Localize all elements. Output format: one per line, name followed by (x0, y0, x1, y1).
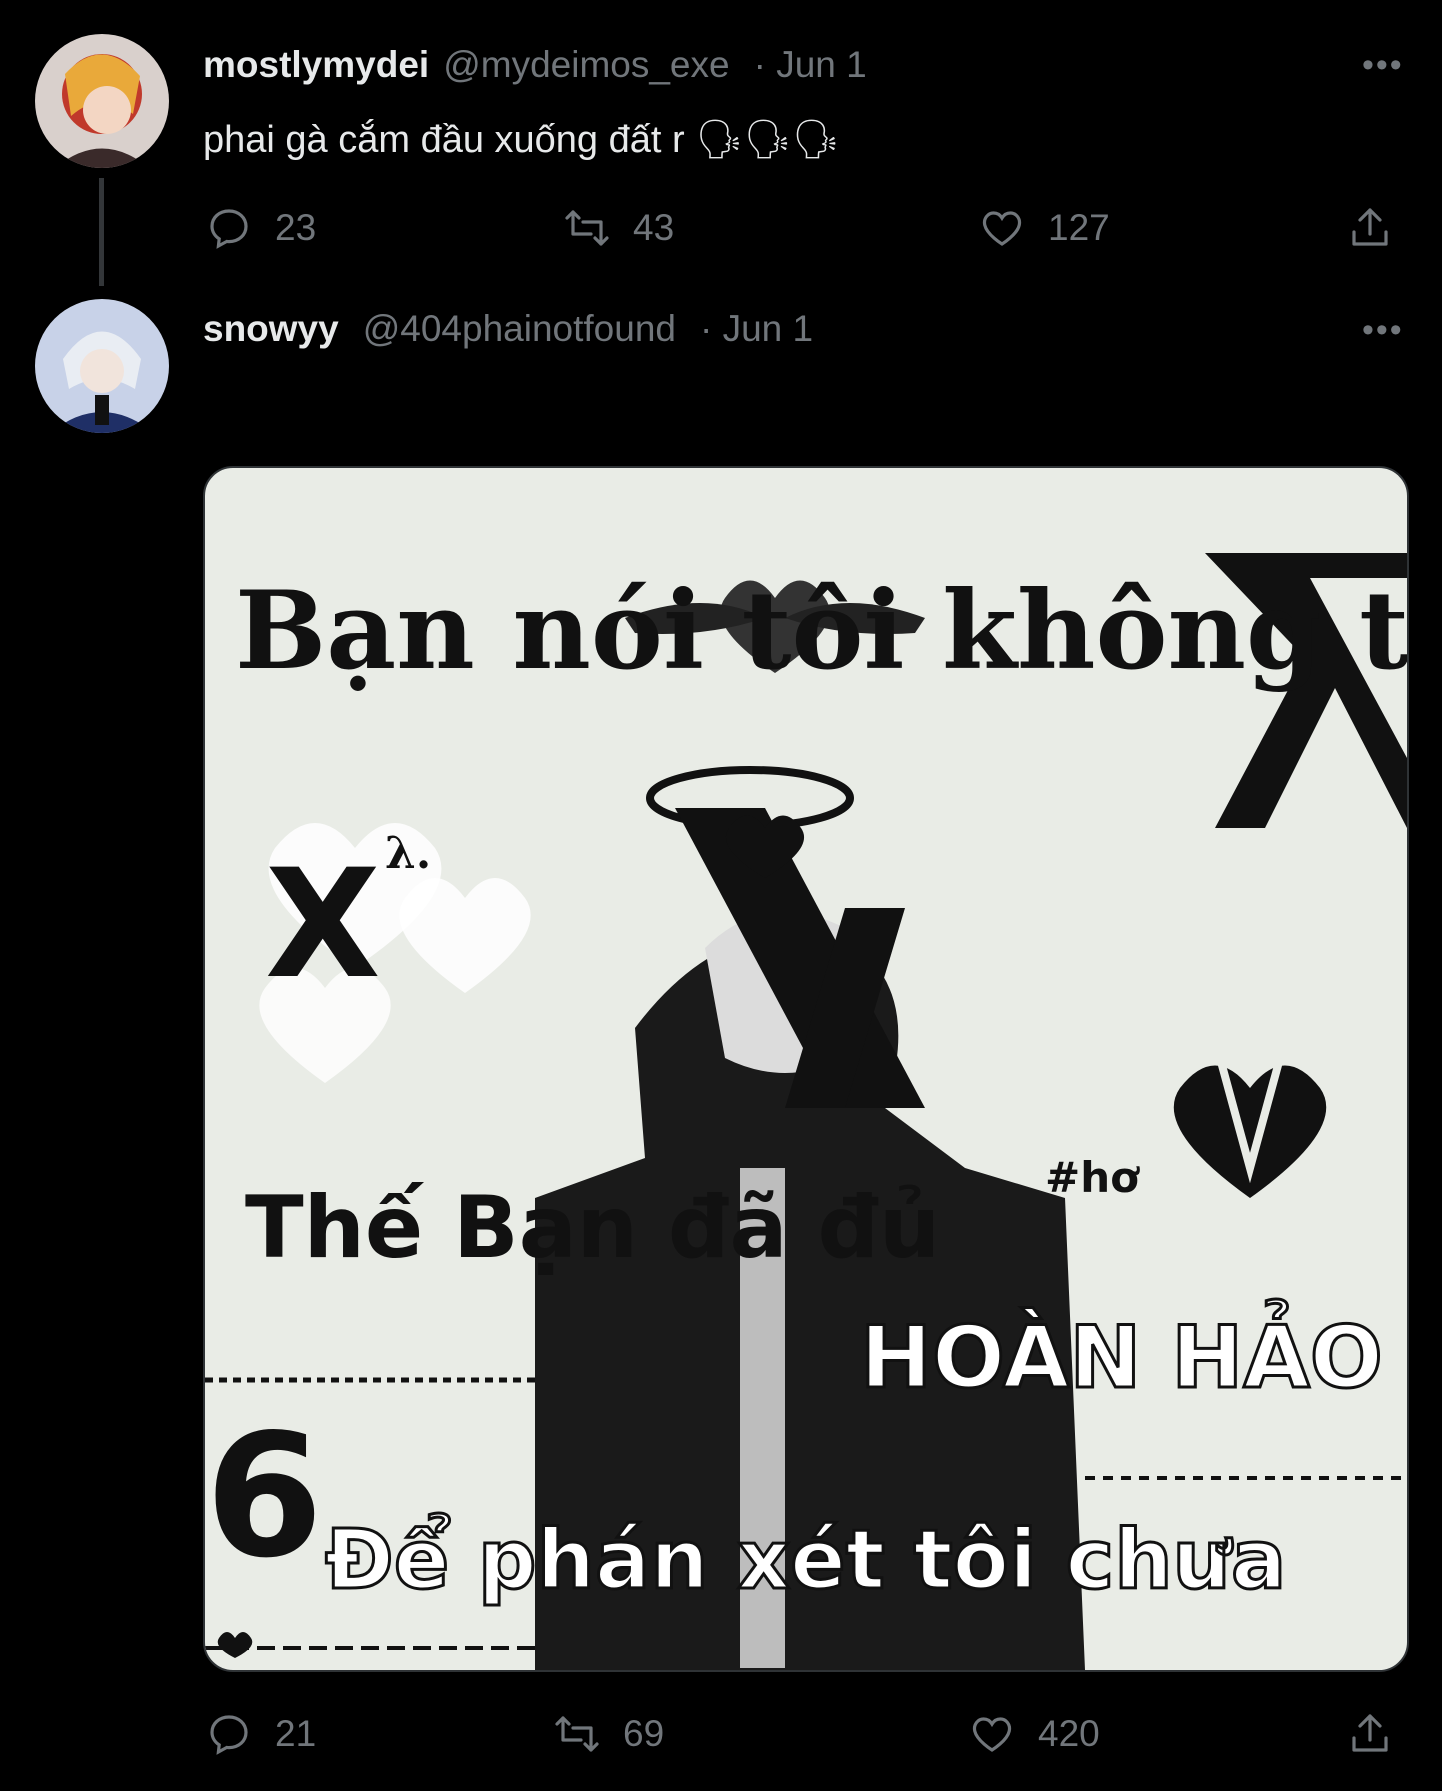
handle[interactable]: @404phainotfound (363, 308, 676, 350)
image-text-line3: HOÀN HẢO (859, 1307, 1385, 1410)
timestamp[interactable]: · Jun 1 (754, 44, 867, 86)
reply-button[interactable]: 21 (205, 1710, 316, 1758)
image-number: 6 (205, 1398, 324, 1596)
like-button[interactable]: 127 (978, 204, 1110, 252)
share-icon (1352, 1714, 1388, 1752)
avatar[interactable] (35, 299, 169, 433)
like-count: 127 (1048, 207, 1110, 248)
retweet-icon (555, 1716, 599, 1752)
reply-icon (210, 209, 248, 249)
image-text-line1: Bạn nói tôi không tốt (235, 568, 1409, 694)
image-tag: #hơ (1045, 1153, 1139, 1202)
avatar[interactable] (35, 34, 169, 168)
retweet-count: 43 (633, 207, 675, 248)
reply-count: 23 (275, 207, 317, 248)
retweet-icon (565, 210, 609, 246)
image-text-line2: Thế Bạn đã đủ (245, 1178, 941, 1278)
like-icon (982, 211, 1022, 246)
tweet-image[interactable]: Bạn nói tôi không tốt X λ. #hơ Thế Bạn đ… (203, 466, 1409, 1672)
more-icon[interactable]: ••• (1362, 311, 1404, 350)
reply-button[interactable]: 23 (205, 204, 316, 252)
retweet-button[interactable]: 43 (563, 204, 674, 252)
like-icon (972, 1717, 1012, 1752)
thread-connector (99, 178, 104, 286)
image-text-line4: Để phán xét tôi chưa (323, 1512, 1287, 1610)
more-icon[interactable]: ••• (1362, 46, 1404, 85)
share-icon (1352, 208, 1388, 246)
timestamp[interactable]: · Jun 1 (700, 308, 813, 350)
handle[interactable]: @mydeimos_exe (443, 44, 729, 86)
display-name[interactable]: snowyy (203, 308, 339, 350)
image-side-sup: λ. (385, 828, 432, 879)
share-button[interactable] (1346, 204, 1394, 252)
tweet-text: phai gà cắm đầu xuống đất r 🗣🗣🗣 (203, 119, 840, 161)
display-name[interactable]: mostlymydei (203, 44, 429, 86)
reply-icon (210, 1715, 248, 1755)
reply-count: 21 (275, 1713, 317, 1754)
share-button[interactable] (1346, 1710, 1394, 1758)
like-count: 420 (1038, 1713, 1100, 1754)
retweet-count: 69 (623, 1713, 665, 1754)
retweet-button[interactable]: 69 (553, 1710, 664, 1758)
image-side-mark: X (265, 838, 381, 1012)
like-button[interactable]: 420 (968, 1710, 1100, 1758)
